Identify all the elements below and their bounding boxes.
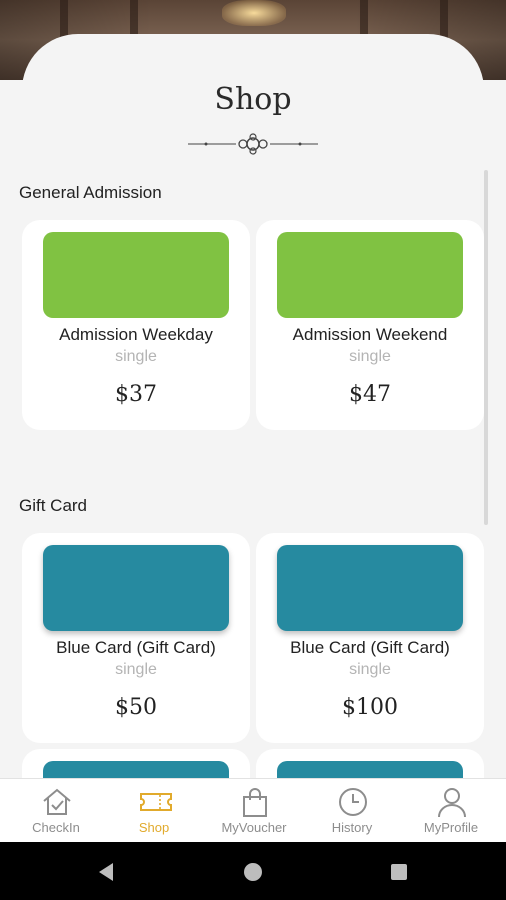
product-card-partial[interactable] bbox=[22, 749, 250, 778]
ornament-divider bbox=[188, 133, 318, 155]
product-image bbox=[43, 761, 229, 778]
scrollbar[interactable] bbox=[484, 170, 488, 525]
product-type: single bbox=[349, 661, 391, 678]
product-type: single bbox=[115, 661, 157, 678]
product-type: single bbox=[349, 348, 391, 365]
product-type: single bbox=[115, 348, 157, 365]
product-price: $50 bbox=[115, 695, 157, 720]
nav-item-myvoucher[interactable]: MyVoucher bbox=[204, 779, 304, 843]
nav-label: History bbox=[331, 820, 373, 835]
product-image bbox=[43, 232, 229, 318]
page-title: Shop bbox=[214, 82, 292, 117]
clock-icon bbox=[339, 788, 367, 816]
product-image bbox=[277, 232, 463, 318]
product-card-admission-weekend[interactable]: Admission Weekend single $47 bbox=[256, 220, 484, 430]
product-card-blue-card-100[interactable]: Blue Card (Gift Card) single $100 bbox=[256, 533, 484, 743]
home-icon[interactable] bbox=[243, 862, 263, 882]
back-icon[interactable] bbox=[95, 861, 117, 883]
product-name: Admission Weekend bbox=[292, 325, 448, 344]
house-check-icon bbox=[43, 788, 71, 815]
person-icon bbox=[438, 788, 466, 818]
nav-item-myprofile[interactable]: MyProfile bbox=[401, 779, 501, 843]
product-name: Blue Card (Gift Card) bbox=[290, 638, 450, 657]
product-card-partial[interactable] bbox=[256, 749, 484, 778]
nav-item-checkin[interactable]: CheckIn bbox=[6, 779, 106, 843]
system-navigation-bar bbox=[0, 842, 506, 900]
product-card-admission-weekday[interactable]: Admission Weekday single $37 bbox=[22, 220, 250, 430]
bottom-navigation: CheckIn Shop MyVoucher History MyProfile bbox=[0, 778, 506, 842]
nav-label: Shop bbox=[138, 820, 170, 835]
product-price: $37 bbox=[115, 382, 157, 407]
product-image bbox=[277, 761, 463, 778]
nav-item-shop[interactable]: Shop bbox=[104, 779, 204, 843]
recents-icon[interactable] bbox=[390, 863, 408, 881]
product-price: $47 bbox=[349, 382, 391, 407]
product-image bbox=[277, 545, 463, 631]
nav-item-history[interactable]: History bbox=[302, 779, 402, 843]
ticket-icon bbox=[140, 793, 172, 811]
shopping-bag-icon bbox=[243, 788, 267, 817]
product-price: $100 bbox=[342, 695, 398, 720]
product-name: Admission Weekday bbox=[59, 325, 213, 344]
product-name: Blue Card (Gift Card) bbox=[56, 638, 216, 657]
product-card-blue-card-50[interactable]: Blue Card (Gift Card) single $50 bbox=[22, 533, 250, 743]
section-title-gift-card: Gift Card bbox=[19, 496, 88, 515]
nav-label: CheckIn bbox=[32, 820, 80, 835]
product-image bbox=[43, 545, 229, 631]
nav-label: MyProfile bbox=[423, 820, 479, 835]
section-title-general-admission: General Admission bbox=[19, 183, 162, 202]
nav-label: MyVoucher bbox=[221, 820, 287, 835]
